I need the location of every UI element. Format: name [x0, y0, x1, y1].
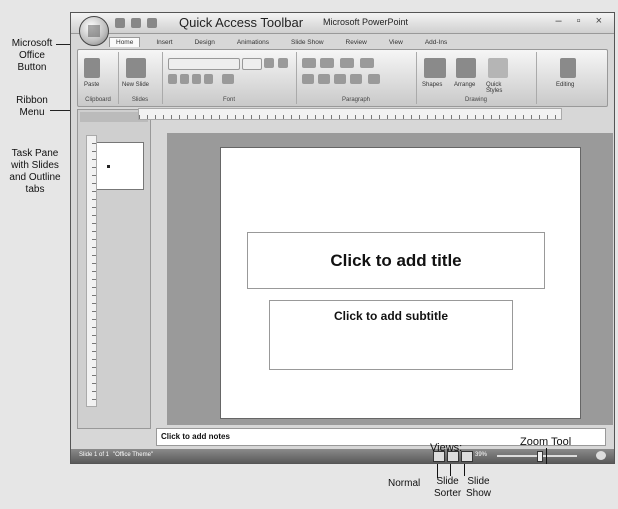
group-drawing: Shapes Arrange Quick Styles Drawing: [416, 52, 537, 104]
align-right-icon[interactable]: [334, 74, 346, 84]
annotation-line: Slide: [467, 476, 490, 487]
group-label: Clipboard: [85, 97, 111, 103]
zoom-level: 39%: [475, 452, 488, 458]
find-icon[interactable]: [560, 58, 576, 78]
annotation-line: Sorter: [434, 488, 462, 499]
bullets-icon[interactable]: [302, 58, 316, 68]
slide-count: Slide 1 of 1: [79, 452, 110, 458]
numbering-icon[interactable]: [320, 58, 334, 68]
zoom-tool-annotation: Zoom Tool: [520, 436, 572, 448]
slide-show-view-icon[interactable]: [461, 451, 473, 462]
font-color-icon[interactable]: [222, 74, 234, 84]
bold-icon[interactable]: [168, 74, 177, 84]
annotation-line: Microsoft: [11, 38, 53, 49]
slide-show-pointer: [464, 464, 465, 476]
font-size-box[interactable]: [242, 58, 262, 70]
undo-icon[interactable]: [131, 18, 141, 28]
annotation-line: Office: [19, 50, 45, 61]
ribbon-tabs: Home Insert Design Animations Slide Show…: [109, 35, 606, 49]
tab-home[interactable]: Home: [109, 37, 141, 47]
group-slides: New Slide Slides: [118, 52, 163, 104]
vertical-ruler: [86, 135, 97, 407]
annotation-line: and Outline: [9, 172, 61, 183]
annotation-line: tabs: [25, 184, 45, 195]
justify-icon[interactable]: [350, 74, 362, 84]
group-paragraph: Paragraph: [296, 52, 417, 104]
new-slide-label: New Slide: [122, 82, 150, 88]
tab-review[interactable]: Review: [340, 38, 373, 47]
slide-sorter-annotation: Slide Sorter: [434, 476, 461, 500]
quick-styles-label: Quick Styles: [486, 82, 503, 94]
fit-window-icon[interactable]: [596, 451, 606, 460]
annotation-line: Ribbon: [16, 95, 48, 106]
tab-slide-show[interactable]: Slide Show: [285, 38, 330, 47]
horizontal-ruler: [138, 108, 562, 120]
tab-view[interactable]: View: [383, 38, 409, 47]
normal-annotation: Normal: [388, 478, 421, 489]
group-label: Slides: [131, 97, 149, 103]
paste-icon[interactable]: [84, 58, 100, 78]
underline-icon[interactable]: [192, 74, 201, 84]
slide-editing-area: Click to add title Click to add subtitle: [167, 133, 613, 425]
font-name-box[interactable]: [168, 58, 240, 70]
redo-icon[interactable]: [147, 18, 157, 28]
italic-icon[interactable]: [180, 74, 189, 84]
indent-icon[interactable]: [340, 58, 354, 68]
columns-icon[interactable]: [368, 74, 380, 84]
slide-canvas[interactable]: Click to add title Click to add subtitle: [220, 147, 581, 419]
window-controls[interactable]: – ▫ ×: [555, 15, 608, 27]
title-placeholder[interactable]: Click to add title: [247, 232, 545, 289]
task-pane-annotation: Task Pane with Slides and Outline tabs: [2, 148, 68, 196]
tab-add-ins[interactable]: Add-Ins: [419, 38, 453, 47]
group-label: Drawing: [464, 97, 487, 103]
annotation-line: Button: [17, 62, 47, 73]
shapes-label: Shapes: [422, 82, 443, 88]
shapes-icon[interactable]: [424, 58, 446, 78]
annotation-line: Show: [466, 488, 492, 499]
group-font: Font: [162, 52, 297, 104]
annotation-line: Slide: [436, 476, 459, 487]
tab-insert[interactable]: Insert: [150, 38, 178, 47]
ribbon: Paste Clipboard New Slide Slides Font Pa…: [77, 49, 608, 107]
paste-label: Paste: [84, 82, 100, 88]
quick-styles-icon[interactable]: [488, 58, 508, 78]
title-bar: Quick Access Toolbar Microsoft PowerPoin…: [71, 13, 614, 34]
arrange-label: Arrange: [454, 82, 476, 88]
slide-show-annotation: Slide Show: [466, 476, 491, 500]
new-slide-icon[interactable]: [126, 58, 146, 78]
theme-name: "Office Theme": [113, 452, 154, 458]
ribbon-menu-annotation: Ribbon Menu: [2, 95, 62, 119]
group-label: Paragraph: [341, 97, 371, 103]
group-label: Font: [222, 97, 235, 103]
annotation-line: Menu: [19, 107, 45, 118]
powerpoint-window: Quick Access Toolbar Microsoft PowerPoin…: [70, 12, 615, 464]
tab-animations[interactable]: Animations: [231, 38, 275, 47]
shrink-font-icon[interactable]: [278, 58, 288, 68]
qat-annotation: Quick Access Toolbar: [179, 15, 304, 30]
office-button-annotation: Microsoft Office Button: [2, 38, 62, 74]
views-annotation: Views:: [430, 442, 463, 454]
align-left-icon[interactable]: [302, 74, 314, 84]
strikethrough-icon[interactable]: [204, 74, 213, 84]
group-editing: Editing: [536, 52, 606, 104]
annotation-line: with Slides: [11, 160, 59, 171]
save-icon[interactable]: [115, 18, 125, 28]
subtitle-placeholder[interactable]: Click to add subtitle: [269, 300, 513, 370]
tab-design[interactable]: Design: [189, 38, 221, 47]
align-center-icon[interactable]: [318, 74, 330, 84]
zoom-slider-handle[interactable]: [537, 451, 543, 462]
slide-sorter-pointer: [450, 464, 451, 476]
arrange-icon[interactable]: [456, 58, 476, 78]
office-button[interactable]: [79, 16, 109, 46]
zoom-tool-pointer: [546, 448, 547, 464]
normal-pointer: [437, 464, 438, 478]
annotation-line: Task Pane: [11, 148, 59, 159]
quick-access-toolbar[interactable]: [115, 17, 175, 29]
line-spacing-icon[interactable]: [360, 58, 374, 68]
grow-font-icon[interactable]: [264, 58, 274, 68]
editing-label: Editing: [556, 82, 575, 88]
status-bar: Slide 1 of 1 "Office Theme" 39%: [71, 449, 614, 463]
group-clipboard: Paste Clipboard: [78, 52, 119, 104]
window-title: Microsoft PowerPoint: [323, 17, 409, 27]
